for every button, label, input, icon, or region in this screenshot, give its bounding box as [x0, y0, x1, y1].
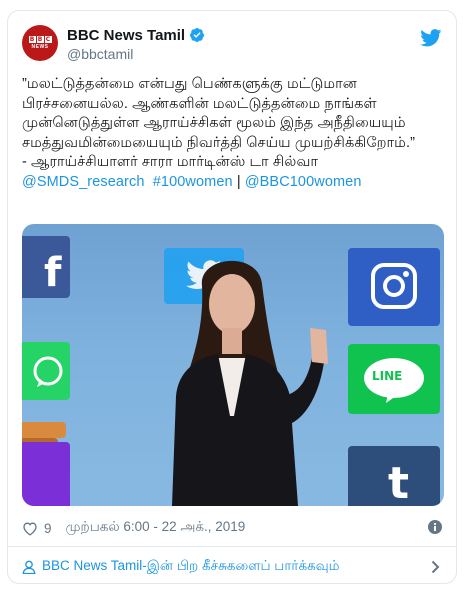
- whatsapp-tile: [22, 342, 70, 400]
- speaker-figure: [172, 260, 328, 506]
- podium: [22, 422, 66, 438]
- facebook-tile: f: [22, 236, 70, 298]
- avatar[interactable]: BBC NEWS: [22, 25, 58, 61]
- tweet-timestamp[interactable]: முற்பகல் 6:00 - 22 அக்., 2019: [66, 519, 246, 537]
- see-more-tweets-link[interactable]: BBC News Tamil-இன் பிற கீச்சுகளைப் பார்க…: [22, 556, 442, 578]
- verified-badge-icon: [190, 28, 205, 42]
- instagram-tile: [348, 248, 440, 326]
- author-handle[interactable]: @bbctamil: [67, 46, 205, 62]
- bbc-news-logo: BBC NEWS: [28, 36, 52, 50]
- see-more-label[interactable]: BBC News Tamil-இன் பிற கீச்சுகளைப் பார்க…: [42, 558, 340, 576]
- like-count[interactable]: 9: [44, 521, 52, 536]
- line-tile: LINE: [348, 344, 440, 414]
- tweet-text-line: பிரச்சனையல்ல. ஆண்களின் மலட்டுத்தன்மை நாங…: [22, 95, 377, 112]
- hashtag-link-100women[interactable]: #100women: [153, 174, 233, 190]
- tweet-text-line: முன்னெடுத்துள்ள ஆராய்ச்சிகள் மூலம் இந்த …: [22, 115, 406, 131]
- tweet-header: BBC NEWS BBC News Tamil @bbctamil: [22, 25, 442, 69]
- mention-link-bbc100women[interactable]: @BBC100women: [245, 174, 362, 190]
- heart-icon[interactable]: [22, 521, 38, 536]
- tumblr-tile: t: [348, 446, 440, 506]
- tweet-links: @SMDS_research #100women | @BBC100women: [22, 173, 447, 193]
- tweet-meta-row: 9 முற்பகல் 6:00 - 22 அக்., 2019: [22, 517, 442, 539]
- tweet-text-line: - ஆராய்ச்சியாளர் சாரா மார்டின்ஸ் டா சில்…: [22, 154, 318, 170]
- messenger-tile: [22, 442, 70, 506]
- info-icon[interactable]: [428, 520, 442, 534]
- twitter-bird-icon[interactable]: [420, 29, 442, 47]
- author-display-name[interactable]: BBC News Tamil: [67, 27, 185, 44]
- divider: [8, 546, 456, 547]
- link-separator: |: [236, 173, 241, 190]
- tweet-text-line: ”மலட்டுத்தன்மை என்பது பெண்களுக்கு மட்டும…: [22, 76, 357, 92]
- tweet-photo[interactable]: f LINE t: [22, 224, 444, 506]
- user-icon: [22, 560, 36, 574]
- chevron-right-icon[interactable]: [431, 560, 440, 574]
- tweet-text-line: சமத்துவமின்மையையும் நிவர்த்தி செய்ய முயற…: [22, 134, 416, 151]
- mention-link-smds-research[interactable]: @SMDS_research: [22, 174, 145, 190]
- embedded-tweet-card[interactable]: BBC NEWS BBC News Tamil @bbctamil ”மலட்ட…: [7, 10, 457, 584]
- tweet-text: ”மலட்டுத்தன்மை என்பது பெண்களுக்கு மட்டும…: [22, 75, 447, 192]
